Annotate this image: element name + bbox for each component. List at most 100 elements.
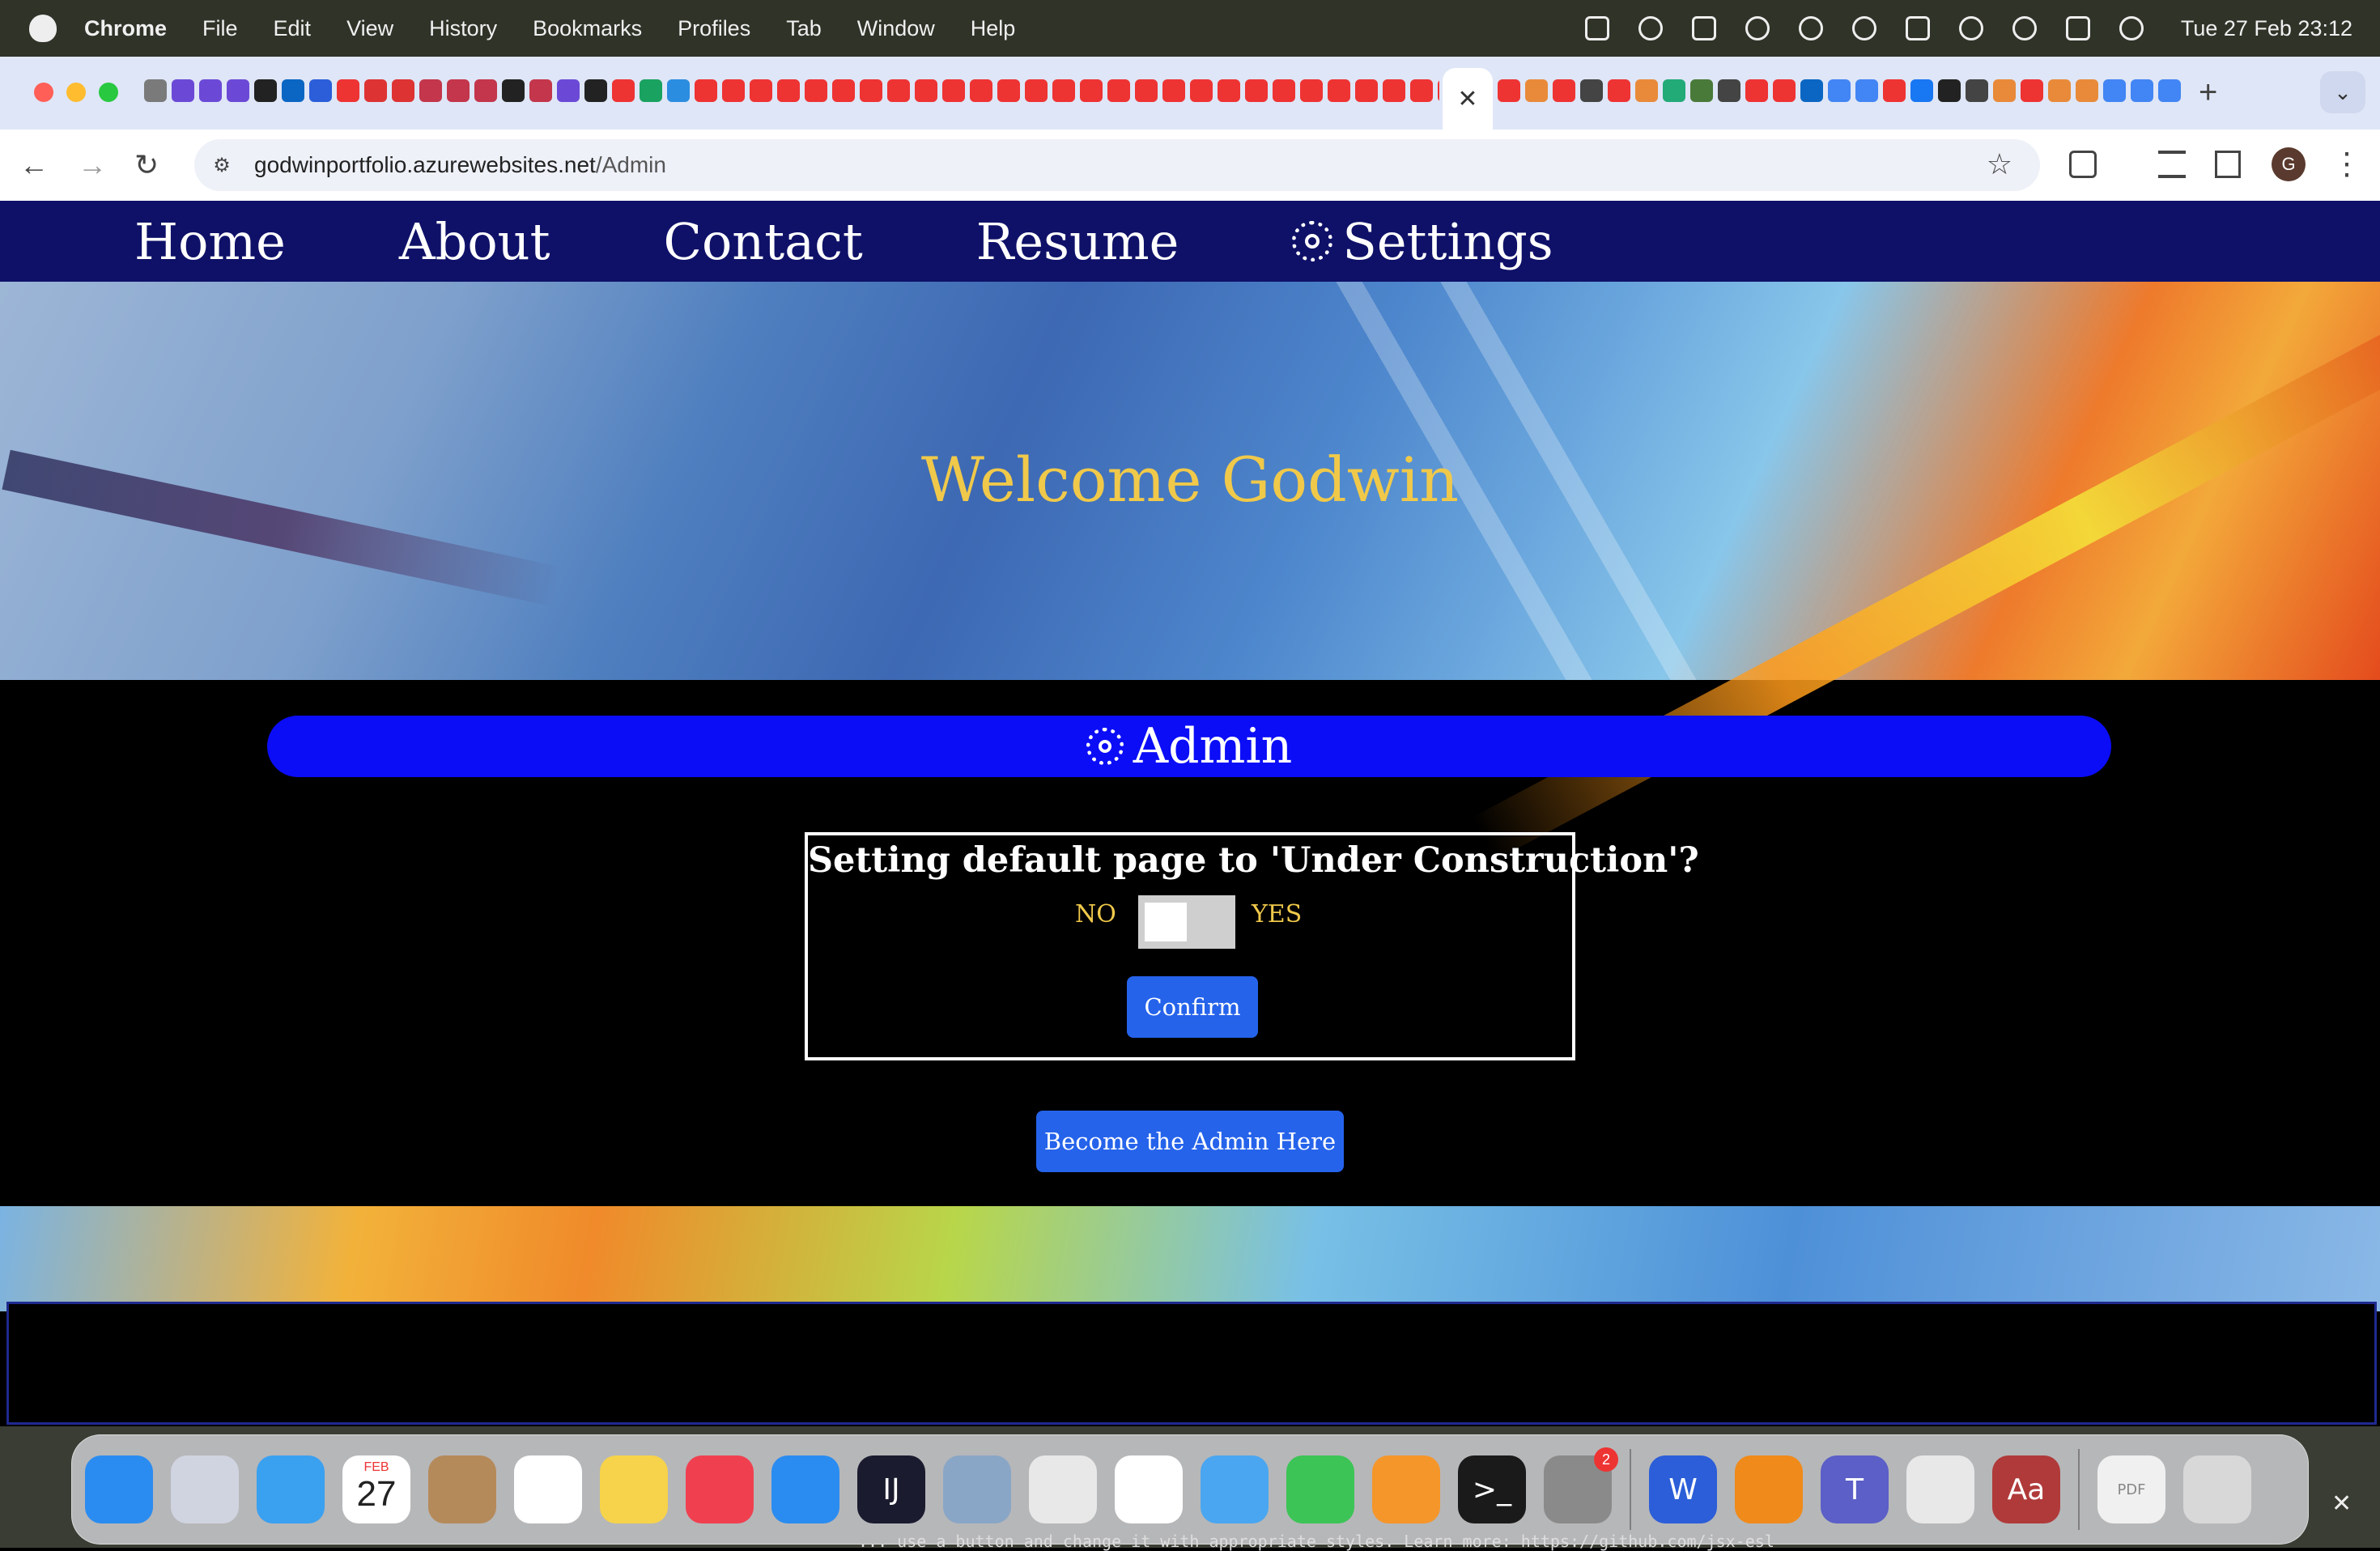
spotlight-search-icon[interactable] [2012, 16, 2037, 40]
pinned-tab-favicon-icon[interactable] [557, 79, 580, 102]
confirm-button[interactable]: Confirm [1127, 976, 1258, 1038]
background-tab-favicon-icon[interactable] [1800, 79, 1823, 102]
pinned-tab-favicon-icon[interactable] [337, 79, 359, 102]
pinned-tab-favicon-icon[interactable] [227, 79, 249, 102]
nav-about[interactable]: About [399, 212, 550, 271]
dock-vscode-icon[interactable] [1115, 1455, 1183, 1523]
pinned-tab-favicon-icon[interactable] [667, 79, 690, 102]
moon-icon[interactable] [1745, 16, 1770, 40]
nav-resume[interactable]: Resume [976, 212, 1179, 271]
pinned-tab-favicon-icon[interactable] [695, 79, 717, 102]
background-tab-favicon-icon[interactable] [1580, 79, 1603, 102]
menu-profiles[interactable]: Profiles [678, 16, 750, 41]
battery-icon[interactable] [1905, 16, 1930, 40]
menu-file[interactable]: File [202, 16, 238, 41]
dock-keynote-icon[interactable] [771, 1455, 839, 1523]
site-info-icon[interactable]: ⚙ [206, 149, 238, 181]
pinned-tab-favicon-icon[interactable] [1135, 79, 1158, 102]
pinned-tab-favicon-icon[interactable] [915, 79, 937, 102]
bluetooth-icon[interactable] [1798, 16, 1823, 40]
active-tab[interactable]: ✕ [1443, 68, 1493, 130]
vlc-status-icon[interactable] [1691, 16, 1716, 40]
play-icon[interactable] [1851, 16, 1876, 40]
dock-preview-icon[interactable] [943, 1455, 1011, 1523]
extensions-icon[interactable] [2069, 151, 2097, 178]
background-tab-favicon-icon[interactable] [1773, 79, 1796, 102]
dock-news-icon[interactable] [686, 1455, 754, 1523]
menu-history[interactable]: History [429, 16, 497, 41]
pinned-tab-favicon-icon[interactable] [970, 79, 992, 102]
window-minimize-button[interactable] [66, 83, 86, 102]
pinned-tab-favicon-icon[interactable] [722, 79, 745, 102]
pinned-tab-favicon-icon[interactable] [584, 79, 607, 102]
dock-word-icon[interactable]: W [1649, 1455, 1717, 1523]
tab-close-icon[interactable]: ✕ [1457, 85, 1477, 113]
dock-system-settings-icon[interactable]: 2 [1544, 1447, 1618, 1523]
address-bar[interactable]: ⚙ godwinportfolio.azurewebsites.net/Admi… [194, 139, 2040, 191]
pinned-tab-favicon-icon[interactable] [1355, 79, 1378, 102]
dock-chrome-icon[interactable] [1029, 1455, 1097, 1523]
background-tab-favicon-icon[interactable] [2048, 79, 2071, 102]
menu-window[interactable]: Window [857, 16, 935, 41]
pinned-tab-favicon-icon[interactable] [254, 79, 277, 102]
pinned-tab-favicon-icon[interactable] [199, 79, 222, 102]
pinned-tab-favicon-icon[interactable] [419, 79, 442, 102]
pinned-tab-favicon-icon[interactable] [1273, 79, 1295, 102]
pinned-tab-favicon-icon[interactable] [805, 79, 827, 102]
pinned-tab-favicon-icon[interactable] [832, 79, 855, 102]
new-tab-button[interactable]: + [2199, 74, 2217, 111]
pinned-tab-favicon-icon[interactable] [1300, 79, 1323, 102]
pinned-tab-favicon-icon[interactable] [1190, 79, 1213, 102]
dock-mail-icon[interactable] [257, 1455, 325, 1523]
background-tab-favicon-icon[interactable] [1608, 79, 1630, 102]
pinned-tab-favicon-icon[interactable] [777, 79, 800, 102]
background-tab-favicon-icon[interactable] [1993, 79, 2016, 102]
dock-whatsapp-icon[interactable] [1906, 1455, 1974, 1523]
reload-button[interactable]: ↻ [134, 147, 159, 183]
dock-finder-icon[interactable] [85, 1455, 153, 1523]
pinned-tab-favicon-icon[interactable] [282, 79, 304, 102]
dock-contacts-icon[interactable] [428, 1455, 496, 1523]
pinned-tab-favicon-icon[interactable] [997, 79, 1020, 102]
window-zoom-button[interactable] [99, 83, 118, 102]
url-text[interactable]: godwinportfolio.azurewebsites.net/Admin [254, 152, 666, 178]
background-tab-favicon-icon[interactable] [1745, 79, 1768, 102]
pinned-tab-favicon-icon[interactable] [392, 79, 414, 102]
menu-view[interactable]: View [346, 16, 393, 41]
pinned-tab-favicon-icon[interactable] [172, 79, 194, 102]
background-tab-favicon-icon[interactable] [2076, 79, 2098, 102]
nav-home[interactable]: Home [134, 212, 286, 271]
pinned-tab-favicon-icon[interactable] [1080, 79, 1103, 102]
pinned-tab-favicon-icon[interactable] [1328, 79, 1350, 102]
pinned-tab-favicon-icon[interactable] [502, 79, 525, 102]
wifi-icon[interactable] [1958, 16, 1983, 40]
dock-numbers-icon[interactable] [1286, 1455, 1354, 1523]
background-tab-favicon-icon[interactable] [1910, 79, 1933, 102]
pinned-tab-favicon-icon[interactable] [942, 79, 965, 102]
background-tab-favicon-icon[interactable] [2131, 79, 2153, 102]
pinned-tab-favicon-icon[interactable] [612, 79, 635, 102]
menu-clock[interactable]: Tue 27 Feb 23:12 [2181, 16, 2352, 41]
back-button[interactable]: ← [19, 147, 49, 183]
pinned-tab-favicon-icon[interactable] [1025, 79, 1048, 102]
chrome-menu-icon[interactable]: ⋮ [2331, 146, 2362, 182]
pinned-tab-favicon-icon[interactable] [474, 79, 497, 102]
background-tab-favicon-icon[interactable] [1690, 79, 1713, 102]
background-tab-favicon-icon[interactable] [1663, 79, 1685, 102]
box-status-icon[interactable] [1584, 16, 1609, 40]
background-tab-favicon-icon[interactable] [1635, 79, 1658, 102]
control-center-icon[interactable] [2065, 16, 2090, 40]
menu-bookmarks[interactable]: Bookmarks [533, 16, 642, 41]
background-tab-favicon-icon[interactable] [2021, 79, 2043, 102]
dock-trash-icon[interactable] [2183, 1455, 2251, 1523]
pinned-tab-favicon-icon[interactable] [1162, 79, 1185, 102]
apple-menu-icon[interactable] [29, 15, 57, 42]
media-controls-icon[interactable] [2158, 151, 2186, 178]
dock-notes-icon[interactable] [600, 1455, 668, 1523]
profile-avatar[interactable]: G [2272, 147, 2306, 181]
menu-tab[interactable]: Tab [786, 16, 822, 41]
menu-edit[interactable]: Edit [274, 16, 312, 41]
background-tab-favicon-icon[interactable] [1553, 79, 1575, 102]
pinned-tab-favicon-icon[interactable] [1410, 79, 1433, 102]
background-tab-favicon-icon[interactable] [1855, 79, 1878, 102]
